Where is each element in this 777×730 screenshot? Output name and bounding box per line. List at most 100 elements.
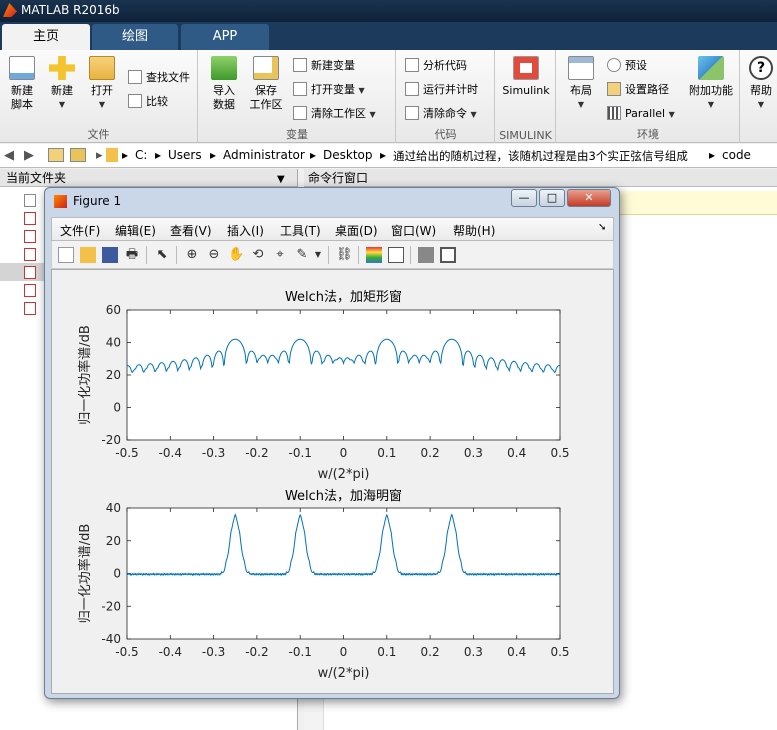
run-and-time-button[interactable]: 运行并计时 (405, 80, 478, 100)
parallel-button[interactable]: Parallel ▼ (607, 104, 675, 124)
m-file-icon (24, 248, 36, 261)
crumb-drive[interactable]: C: (135, 148, 147, 162)
new-script-button[interactable]: 新建 脚本 (4, 54, 40, 112)
crumb-users[interactable]: Users (168, 148, 202, 162)
x-tick-label: -0.1 (288, 645, 311, 659)
open-variable-button[interactable]: 打开变量 ▼ (293, 80, 365, 100)
up-folder-icon[interactable] (48, 148, 64, 162)
dock-arrow-icon[interactable]: ➘ (598, 222, 606, 233)
brush-icon[interactable]: ✎ (294, 247, 310, 263)
new-variable-icon (293, 58, 307, 72)
help-dropdown-icon[interactable]: ▼ (744, 98, 777, 112)
link-plot-icon[interactable]: ⛓ (336, 247, 353, 263)
folder-open-icon (89, 56, 115, 80)
x-tick-label: 0.4 (507, 645, 526, 659)
addons-button[interactable]: 附加功能 ▼ (685, 54, 737, 112)
y-axis-label-2: 归一化功率谱/dB (77, 524, 93, 624)
clear-workspace-button[interactable]: 清除工作区 ▼ (293, 104, 376, 124)
simulink-icon (513, 56, 539, 80)
open-dropdown-icon[interactable]: ▼ (84, 98, 120, 112)
x-axis-label-1: w/(2*pi) (318, 467, 370, 482)
analyze-code-button[interactable]: 分析代码 (405, 56, 467, 76)
maximize-button[interactable]: □ (539, 189, 565, 207)
new-button[interactable]: 新建 ▼ (44, 54, 80, 112)
open-button[interactable]: 打开 ▼ (84, 54, 120, 112)
x-tick-label: -0.2 (245, 645, 268, 659)
clear-workspace-dropdown-icon[interactable]: ▼ (370, 110, 376, 119)
crumb-code[interactable]: code (722, 148, 751, 162)
clear-commands-button[interactable]: 清除命令 ▼ (405, 104, 477, 124)
save-icon[interactable] (102, 247, 118, 263)
tab-apps[interactable]: APP (181, 24, 269, 50)
compare-button[interactable]: 比较 (128, 92, 168, 112)
open-label: 打开 (91, 84, 113, 97)
x-tick-label: 0.1 (377, 446, 396, 460)
menu-tools[interactable]: 工具(T) (280, 222, 321, 239)
addons-dropdown-icon[interactable]: ▼ (685, 98, 737, 112)
x-tick-label: -0.3 (202, 446, 225, 460)
back-arrow-icon[interactable]: ◀ (4, 148, 14, 163)
environment-group-label: 环境 (637, 128, 659, 141)
menu-view[interactable]: 查看(V) (170, 222, 212, 239)
new-script-icon (9, 56, 35, 80)
close-button[interactable]: ✕ (567, 189, 611, 207)
compare-label: 比较 (146, 95, 168, 108)
data-cursor-icon[interactable]: ⌖ (272, 247, 288, 263)
set-path-button[interactable]: 设置路径 (607, 80, 669, 100)
simulink-button[interactable]: Simulink (498, 54, 554, 98)
crumb-project-folder[interactable]: 通过给出的随机过程，该随机过程是由3个实正弦信号组成 (393, 148, 688, 164)
crumb-administrator[interactable]: Administrator (223, 148, 305, 162)
pan-hand-icon[interactable]: ✋ (228, 247, 244, 263)
zoom-in-icon[interactable]: ⊕ (184, 247, 200, 263)
open-variable-dropdown-icon[interactable]: ▼ (359, 86, 365, 95)
colorbar-icon[interactable] (366, 247, 382, 263)
browse-folder-icon[interactable] (70, 148, 86, 162)
matlab-logo-icon (3, 3, 17, 17)
clear-commands-dropdown-icon[interactable]: ▼ (471, 110, 477, 119)
zoom-out-icon[interactable]: ⊖ (206, 247, 222, 263)
open-file-icon[interactable] (80, 247, 96, 263)
brush-dropdown-icon[interactable]: ▼ (310, 247, 326, 263)
find-files-button[interactable]: 查找文件 (128, 68, 190, 88)
menu-window[interactable]: 窗口(W) (391, 222, 436, 239)
png-file-icon (24, 212, 36, 225)
layout-dropdown-icon[interactable]: ▼ (561, 98, 601, 112)
x-tick-label: 0 (340, 645, 348, 659)
parallel-icon (607, 106, 621, 120)
figure-toolbar: 🖶 ⬉ ⊕ ⊖ ✋ ⟲ ⌖ ✎ ▼ ⛓ (51, 241, 614, 269)
menu-edit[interactable]: 编辑(E) (115, 222, 156, 239)
minimize-button[interactable]: — (511, 189, 537, 207)
help-button[interactable]: ? 帮助 ▼ (744, 54, 777, 112)
file-icon (24, 194, 36, 207)
menu-insert[interactable]: 插入(I) (227, 222, 264, 239)
hide-plot-tools-icon[interactable] (418, 247, 434, 263)
app-title: MATLAB R2016b (21, 3, 120, 17)
preferences-button[interactable]: 预设 (607, 56, 647, 76)
menu-file[interactable]: 文件(F) (60, 222, 100, 239)
rotate-3d-icon[interactable]: ⟲ (250, 247, 266, 263)
import-data-button[interactable]: 导入 数据 (203, 54, 245, 112)
new-variable-label: 新建变量 (311, 59, 355, 72)
forward-arrow-icon[interactable]: ▶ (24, 148, 34, 163)
new-figure-icon[interactable] (58, 247, 74, 263)
new-variable-button[interactable]: 新建变量 (293, 56, 355, 76)
save-label-2: 工作区 (249, 98, 283, 111)
new-dropdown-icon[interactable]: ▼ (44, 98, 80, 112)
y-tick-label: 40 (106, 501, 121, 515)
legend-icon[interactable] (388, 247, 404, 263)
crumb-desktop[interactable]: Desktop (323, 148, 373, 162)
layout-button[interactable]: 布局 ▼ (561, 54, 601, 112)
menu-help[interactable]: 帮助(H) (453, 222, 495, 239)
x-axis-label-2: w/(2*pi) (318, 666, 370, 681)
save-workspace-icon (253, 56, 279, 80)
parallel-dropdown-icon[interactable]: ▼ (669, 110, 675, 119)
save-workspace-button[interactable]: 保存 工作区 (245, 54, 287, 112)
import-label-2: 数据 (213, 98, 235, 111)
tab-plots[interactable]: 绘图 (92, 24, 178, 50)
print-icon[interactable]: 🖶 (124, 247, 140, 263)
tab-home[interactable]: 主页 (2, 24, 90, 50)
show-plot-tools-icon[interactable] (440, 247, 456, 263)
analyze-code-icon (405, 58, 419, 72)
menu-desktop[interactable]: 桌面(D) (335, 222, 378, 239)
pointer-icon[interactable]: ⬉ (154, 247, 170, 263)
